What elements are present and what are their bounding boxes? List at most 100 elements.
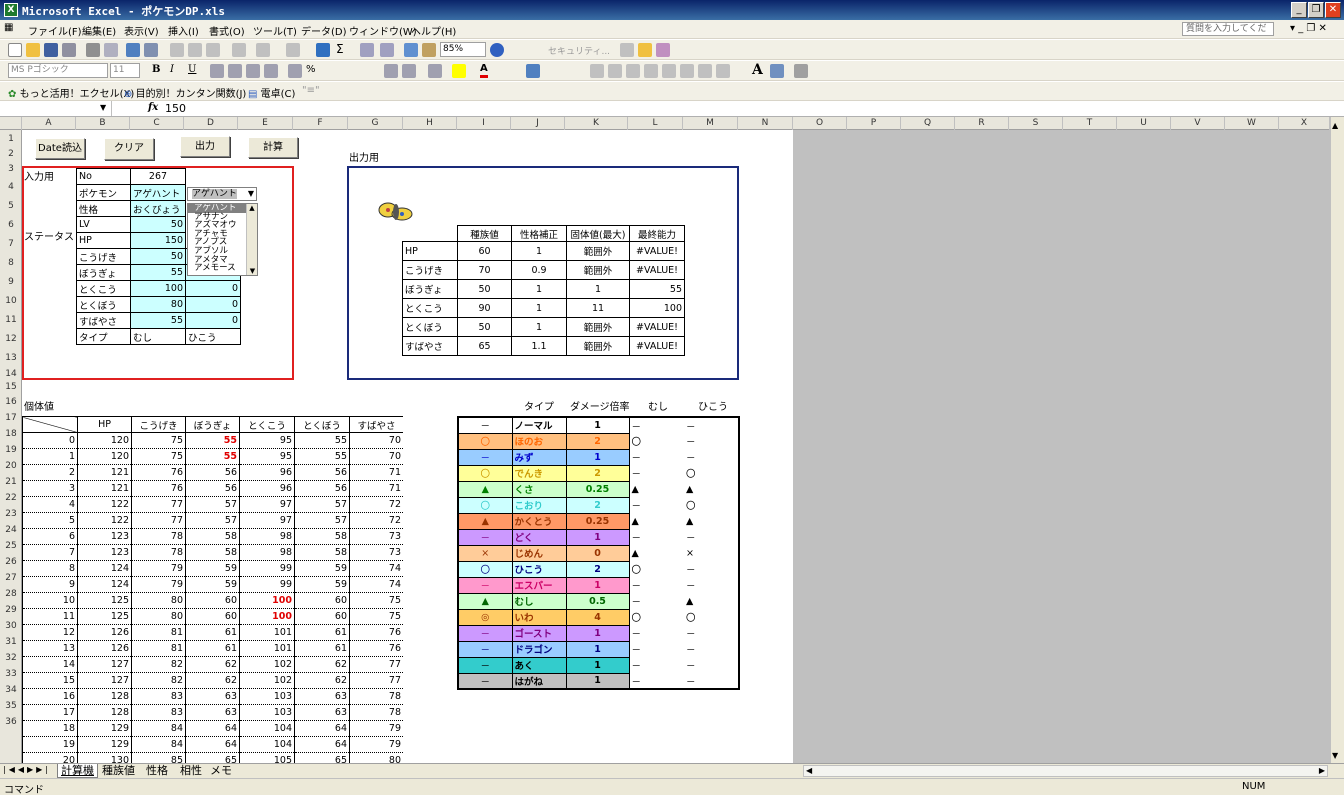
function-icon[interactable]: fx [148, 102, 158, 113]
row-header[interactable]: 3 [0, 161, 21, 178]
cut-icon[interactable] [170, 43, 184, 57]
row-header[interactable]: 16 [0, 394, 21, 410]
row-header[interactable]: 4 [0, 178, 21, 197]
row-header[interactable]: 29 [0, 602, 21, 618]
row-header[interactable]: 26 [0, 554, 21, 570]
borders-icon[interactable] [428, 64, 442, 78]
clear-button[interactable]: クリア [104, 138, 154, 160]
menu-file[interactable]: ファイル(F) [28, 23, 82, 38]
option-button-icon[interactable] [644, 64, 658, 78]
row-header[interactable]: 5 [0, 197, 21, 216]
list-box-icon[interactable] [662, 64, 676, 78]
row-header[interactable]: 14 [0, 368, 21, 381]
row-header[interactable]: 22 [0, 490, 21, 506]
hp-value[interactable]: 150 [130, 232, 186, 249]
research-icon[interactable] [144, 43, 158, 57]
name-box-dropdown-icon[interactable]: ▼ [100, 103, 106, 112]
addin-excel-button[interactable]: ✿ もっと活用！エクセル(X) [8, 85, 134, 100]
lv-value[interactable]: 50 [130, 216, 186, 233]
print-icon[interactable] [86, 43, 100, 57]
permission-icon[interactable] [62, 43, 76, 57]
horizontal-scrollbar[interactable]: ◀ ▶ [803, 765, 1328, 777]
decrease-indent-icon[interactable] [384, 64, 398, 78]
sheet-tab[interactable]: 性格 [144, 764, 170, 778]
column-header[interactable]: X [1279, 117, 1330, 130]
undo-icon[interactable] [256, 43, 270, 57]
row-header[interactable]: 35 [0, 698, 21, 714]
align-left-icon[interactable] [210, 64, 224, 78]
column-header[interactable]: K [565, 117, 628, 130]
row-header[interactable]: 20 [0, 458, 21, 474]
stat-value[interactable]: 100 [130, 280, 186, 297]
security-label[interactable]: セキュリティ... [548, 44, 610, 57]
column-header[interactable]: D [184, 117, 238, 130]
highlight-icon[interactable] [638, 43, 652, 57]
output-button[interactable]: 出力 [180, 136, 230, 157]
hyperlink-icon[interactable] [316, 43, 330, 57]
merge-center-icon[interactable] [264, 64, 278, 78]
zoom-select[interactable]: 85% [440, 42, 486, 57]
row-header[interactable]: 12 [0, 330, 21, 349]
column-header[interactable]: R [955, 117, 1009, 130]
row-header[interactable]: 21 [0, 474, 21, 490]
menu-format[interactable]: 書式(O) [209, 23, 245, 38]
row-header[interactable]: 1 [0, 130, 21, 148]
column-header[interactable]: N [738, 117, 793, 130]
column-header[interactable]: H [403, 117, 457, 130]
column-header[interactable]: A [22, 117, 76, 130]
row-header[interactable]: 30 [0, 618, 21, 634]
open-icon[interactable] [26, 43, 40, 57]
row-header[interactable]: 13 [0, 349, 21, 368]
column-header[interactable]: L [628, 117, 683, 130]
properties-icon[interactable] [794, 64, 808, 78]
align-center-icon[interactable] [228, 64, 242, 78]
load-data-button[interactable]: Date読込 [35, 138, 85, 159]
save-icon[interactable] [44, 43, 58, 57]
row-header[interactable]: 17 [0, 410, 21, 426]
column-header[interactable]: U [1117, 117, 1171, 130]
bold-icon[interactable]: B [152, 64, 160, 75]
column-header[interactable]: O [793, 117, 847, 130]
font-select[interactable]: MS Pゴシック [8, 63, 108, 78]
column-header[interactable]: T [1063, 117, 1117, 130]
chevron-down-icon[interactable]: ▼ [248, 188, 254, 200]
column-header[interactable]: I [457, 117, 511, 130]
spelling-icon[interactable] [126, 43, 140, 57]
row-header[interactable]: 9 [0, 273, 21, 292]
format-painter-icon[interactable] [232, 43, 246, 57]
menu-data[interactable]: データ(D) [301, 23, 347, 38]
menu-window[interactable]: ウィンドウ(W) [349, 23, 417, 38]
stat-value[interactable]: 80 [130, 296, 186, 313]
column-header[interactable]: S [1009, 117, 1063, 130]
stat-extra[interactable]: 0 [185, 296, 241, 313]
italic-icon[interactable]: I [170, 64, 174, 75]
restore-icon[interactable]: ❐ [1308, 2, 1324, 18]
percent-icon[interactable]: % [306, 64, 316, 75]
column-header[interactable]: G [348, 117, 403, 130]
scroll-down-icon[interactable]: ▼ [247, 267, 257, 275]
sheet-tab-active[interactable]: 計算機 [57, 764, 98, 778]
label-control-icon[interactable]: A [752, 62, 763, 78]
pokemon-value[interactable]: アゲハント [130, 184, 186, 201]
scroll-left-icon[interactable]: ◀ [806, 766, 812, 775]
row-header[interactable]: 18 [0, 426, 21, 442]
spinner-icon[interactable] [716, 64, 730, 78]
currency-icon[interactable] [288, 64, 302, 78]
row-header[interactable]: 19 [0, 442, 21, 458]
row-header[interactable]: 8 [0, 254, 21, 273]
drawing-icon[interactable] [422, 43, 436, 57]
sheet-tab[interactable]: 種族値 [100, 764, 137, 778]
autosum-icon[interactable]: Σ [336, 42, 344, 56]
menu-help[interactable]: ヘルプ(H) [411, 23, 456, 38]
row-header[interactable]: 34 [0, 682, 21, 698]
sort-descending-icon[interactable] [380, 43, 394, 57]
align-right-icon[interactable] [246, 64, 260, 78]
row-header[interactable]: 10 [0, 292, 21, 311]
stat-extra[interactable]: 0 [185, 312, 241, 329]
row-header[interactable]: 7 [0, 235, 21, 254]
font-size-select[interactable]: 11 [110, 63, 140, 78]
drawing-toolbar-icon[interactable] [526, 64, 540, 78]
row-header[interactable]: 25 [0, 538, 21, 554]
checkbox-control-icon[interactable] [590, 64, 604, 78]
pokemon-combo[interactable]: アゲハント ▼ [187, 187, 257, 201]
